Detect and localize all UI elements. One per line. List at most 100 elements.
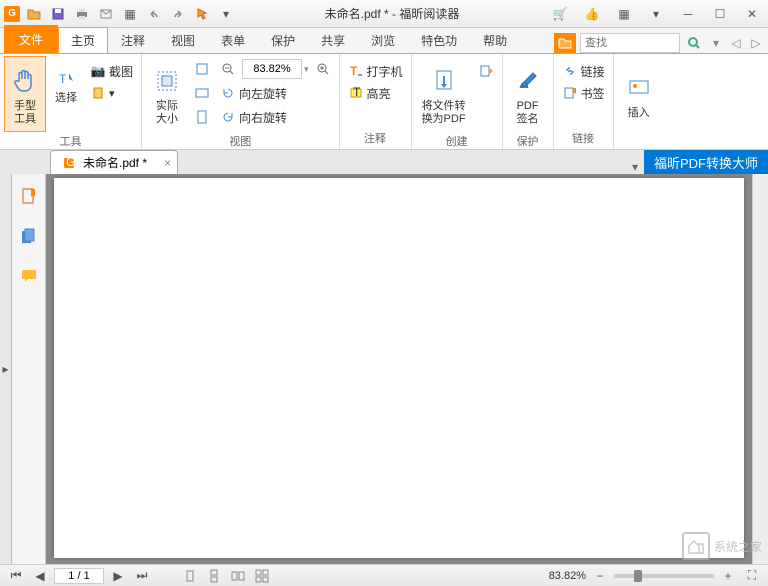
window-controls: 🛒 👍 ▦ ▾ ─ ☐ ✕ (548, 4, 764, 24)
zoom-input[interactable] (242, 59, 302, 79)
undo-icon[interactable] (144, 4, 164, 24)
zoom-slider[interactable] (614, 574, 714, 578)
close-button[interactable]: ✕ (740, 4, 764, 24)
bookmarks-panel-icon[interactable] (17, 184, 41, 208)
tab-home[interactable]: 主页 (58, 27, 108, 53)
fit-width-button[interactable] (190, 82, 214, 104)
hand-tool-button[interactable]: 手型 工具 (4, 56, 46, 132)
fit-visible-icon (194, 109, 210, 125)
find-expand-icon[interactable]: ▾ (708, 33, 724, 53)
apps-icon[interactable]: ▦ (612, 4, 636, 24)
options-icon[interactable]: ▾ (644, 4, 668, 24)
single-page-view-icon[interactable] (180, 567, 200, 585)
svg-text:G: G (66, 157, 75, 169)
tab-help[interactable]: 帮助 (470, 27, 520, 53)
tab-protect[interactable]: 保护 (258, 27, 308, 53)
doc-arrow-icon (478, 63, 494, 79)
sidebar-collapse-handle[interactable]: ▸ (0, 174, 12, 564)
rotate-right-label: 向右旋转 (239, 109, 287, 126)
sign-button[interactable]: PDF 签名 (507, 56, 549, 132)
next-icon[interactable]: ▷ (748, 33, 764, 53)
screenshot-button[interactable]: 📷截图 (86, 60, 137, 82)
tab-close-icon[interactable]: × (164, 156, 171, 170)
create-extra-button[interactable] (474, 60, 498, 82)
ribbon-group-protect: PDF 签名 保护 (503, 54, 554, 149)
prev-page-button[interactable]: ◀ (30, 567, 50, 585)
rotate-right-button[interactable]: 向右旋转 (216, 106, 291, 128)
redo-icon[interactable] (168, 4, 188, 24)
last-page-button[interactable]: ⏭ (132, 567, 152, 585)
zoom-in-button[interactable] (311, 58, 335, 80)
convert-button[interactable]: 将文件转 换为PDF (416, 56, 472, 132)
tab-overflow-icon[interactable]: ▾ (632, 160, 638, 174)
zoom-out-button[interactable] (216, 58, 240, 80)
pages-panel-icon[interactable] (17, 224, 41, 248)
thumbs-up-icon[interactable]: 👍 (580, 4, 604, 24)
search-input[interactable] (580, 33, 680, 53)
main-area: ▸ (0, 174, 768, 564)
svg-text:T: T (353, 86, 361, 99)
qat-more-icon[interactable]: ▾ (216, 4, 236, 24)
insert-label: 插入 (628, 107, 650, 120)
qat-icon[interactable]: ▦ (120, 4, 140, 24)
typewriter-button[interactable]: T打字机 (344, 60, 407, 82)
promo-banner[interactable]: 福昕PDF转换大师 (644, 150, 768, 174)
highlight-button[interactable]: T高亮 (344, 82, 407, 104)
search-icon[interactable] (684, 33, 704, 53)
save-icon[interactable] (48, 4, 68, 24)
fit-visible-button[interactable] (190, 106, 214, 128)
zoom-in-status-button[interactable]: + (718, 567, 738, 585)
tab-view[interactable]: 视图 (158, 27, 208, 53)
rotate-right-icon (220, 109, 236, 125)
clipboard-icon (90, 85, 106, 101)
bookmark-button[interactable]: 书签 (558, 82, 609, 104)
minimize-button[interactable]: ─ (676, 4, 700, 24)
document-tab[interactable]: G 未命名.pdf * × (50, 150, 178, 174)
search-folder-icon[interactable] (554, 33, 576, 53)
insert-button[interactable]: 插入 (618, 56, 660, 132)
open-icon[interactable] (24, 4, 44, 24)
rotate-left-button[interactable]: 向左旋转 (216, 82, 291, 104)
file-menu[interactable]: 文件 (4, 25, 58, 53)
quick-access-toolbar: G ▦ ▾ (4, 4, 236, 24)
select-tool-button[interactable]: T 选择 (48, 56, 84, 112)
fit-page-button[interactable] (190, 58, 214, 80)
tab-annotation[interactable]: 注释 (108, 27, 158, 53)
zoom-slider-thumb[interactable] (634, 570, 642, 582)
print-icon[interactable] (72, 4, 92, 24)
cursor-icon[interactable] (192, 4, 212, 24)
email-icon[interactable] (96, 4, 116, 24)
actual-size-button[interactable]: 实际 大小 (146, 56, 188, 132)
prev-icon[interactable]: ◁ (728, 33, 744, 53)
fit-page-icon (194, 61, 210, 77)
continuous-view-icon[interactable] (204, 567, 224, 585)
tab-share[interactable]: 共享 (308, 27, 358, 53)
cart-icon[interactable]: 🛒 (548, 4, 572, 24)
zoom-out-status-button[interactable]: − (590, 567, 610, 585)
window-title: 未命名.pdf * - 福昕阅读器 (236, 5, 548, 22)
tab-special[interactable]: 特色功 (408, 27, 470, 53)
signature-icon (515, 62, 541, 100)
tab-form[interactable]: 表单 (208, 27, 258, 53)
maximize-button[interactable]: ☐ (708, 4, 732, 24)
menu-bar: 文件 主页 注释 视图 表单 保护 共享 浏览 特色功 帮助 ▾ ◁ ▷ (0, 28, 768, 54)
continuous-facing-icon[interactable] (252, 567, 272, 585)
document-viewport[interactable] (46, 174, 752, 564)
hand-icon (11, 62, 39, 100)
vertical-scrollbar[interactable] (752, 174, 768, 564)
facing-view-icon[interactable] (228, 567, 248, 585)
link-button[interactable]: 链接 (558, 60, 609, 82)
ribbon-toolbar: 手型 工具 T 选择 📷截图 ▾ 工具 实际 大小 (0, 54, 768, 150)
tab-browse[interactable]: 浏览 (358, 27, 408, 53)
ribbon-group-annotation: T打字机 T高亮 注释 (340, 54, 412, 149)
group-label-links: 链接 (558, 129, 609, 147)
comments-panel-icon[interactable] (17, 264, 41, 288)
clipboard-button[interactable]: ▾ (86, 82, 137, 104)
page-number-input[interactable] (54, 568, 104, 584)
rotate-left-label: 向左旋转 (239, 85, 287, 102)
actual-size-label: 实际 大小 (156, 100, 178, 126)
fullscreen-icon[interactable]: ⛶ (742, 567, 762, 585)
next-page-button[interactable]: ▶ (108, 567, 128, 585)
group-label-create: 创建 (416, 132, 498, 150)
first-page-button[interactable]: ⏮ (6, 567, 26, 585)
